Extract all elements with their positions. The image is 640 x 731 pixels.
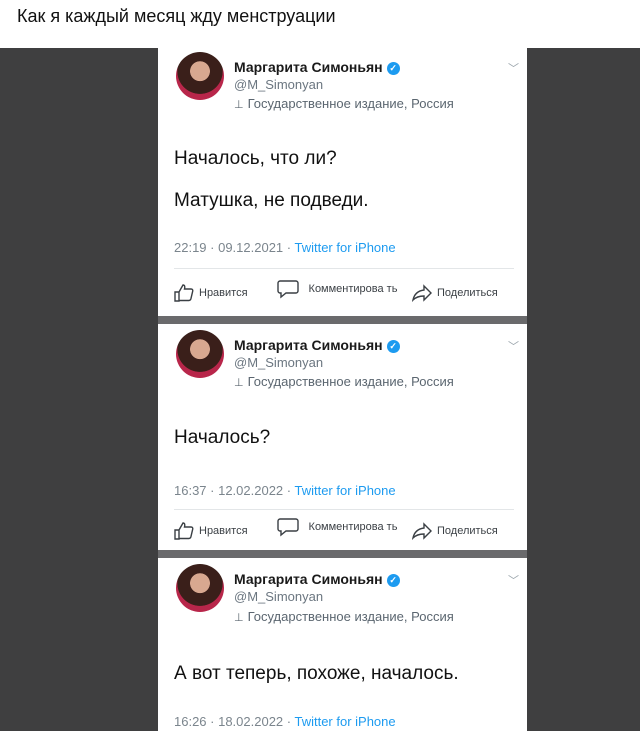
tweet-text-line: Началось, что ли? xyxy=(174,148,337,169)
verified-icon: ✓ xyxy=(386,574,400,587)
phone-screen: Маргарита Симоньян ✓ @M_Simonyan ⊥ Государ… xyxy=(158,48,527,731)
like-button[interactable]: Нравится xyxy=(174,284,248,302)
state-media-label[interactable]: Государственное издание, Россия xyxy=(248,96,454,111)
author-handle[interactable]: @M_Simonyan xyxy=(234,589,323,604)
share-button[interactable]: Поделиться xyxy=(412,284,498,302)
action-bar: Нравится Комментирова ть Поделиться xyxy=(174,279,519,313)
tweet: Маргарита Симоньян ✓ @M_Simonyan ⊥ Государ… xyxy=(158,558,527,731)
author-name[interactable]: Маргарита Симоньян xyxy=(234,571,383,587)
state-media-icon: ⊥ xyxy=(234,612,244,624)
like-button[interactable]: Нравится xyxy=(174,522,248,540)
chevron-down-icon[interactable]: ﹀ xyxy=(508,60,519,76)
divider xyxy=(174,268,514,269)
state-media-icon: ⊥ xyxy=(234,99,244,111)
like-label: Нравится xyxy=(199,525,248,537)
verified-icon: ✓ xyxy=(386,340,400,353)
tweet-timestamp[interactable]: 16:37 · 12.02.2022 · xyxy=(174,483,294,498)
author-handle[interactable]: @M_Simonyan xyxy=(234,77,323,92)
tweet-source-link[interactable]: Twitter for iPhone xyxy=(294,483,395,498)
share-icon xyxy=(412,284,432,302)
state-media-icon: ⊥ xyxy=(234,377,244,389)
screenshot-photo: Маргарита Симоньян ✓ @M_Simonyan ⊥ Государ… xyxy=(0,48,640,731)
tweet-text-line: Матушка, не подведи. xyxy=(174,190,369,211)
author-handle[interactable]: @M_Simonyan xyxy=(234,355,323,370)
state-media-label[interactable]: Государственное издание, Россия xyxy=(248,609,454,624)
tweet-separator xyxy=(158,550,527,558)
share-label: Поделиться xyxy=(437,525,498,537)
avatar[interactable] xyxy=(176,564,224,612)
state-media-label[interactable]: Государственное издание, Россия xyxy=(248,374,454,389)
comment-button[interactable]: Комментирова ть xyxy=(277,517,402,537)
action-bar: Нравится Комментирова ть Поделиться xyxy=(174,517,519,551)
chevron-down-icon[interactable]: ﹀ xyxy=(508,338,519,354)
tweet-timestamp[interactable]: 22:19 · 09.12.2021 · xyxy=(174,240,294,255)
tweet-separator xyxy=(158,316,527,324)
thumbs-up-icon xyxy=(174,284,194,302)
comment-icon xyxy=(277,280,299,299)
verified-icon: ✓ xyxy=(386,62,400,75)
tweet: Маргарита Симоньян ✓ @M_Simonyan ⊥ Государ… xyxy=(158,48,527,318)
comment-button[interactable]: Комментирова ть xyxy=(277,279,402,299)
post-caption: Как я каждый месяц жду менструации xyxy=(17,6,336,26)
author-name[interactable]: Маргарита Симоньян xyxy=(234,59,383,75)
tweet-source-link[interactable]: Twitter for iPhone xyxy=(294,240,395,255)
thumbs-up-icon xyxy=(174,522,194,540)
like-label: Нравится xyxy=(199,287,248,299)
share-button[interactable]: Поделиться xyxy=(412,522,498,540)
tweet-text-line: А вот теперь, похоже, началось. xyxy=(174,663,459,684)
avatar[interactable] xyxy=(176,52,224,100)
avatar[interactable] xyxy=(176,330,224,378)
share-icon xyxy=(412,522,432,540)
divider xyxy=(174,509,514,510)
comment-label: Комментирова ть xyxy=(308,521,398,533)
comment-icon xyxy=(277,518,299,537)
comment-label: Комментирова ть xyxy=(308,283,398,295)
tweet-text-line: Началось? xyxy=(174,427,271,448)
tweet: Маргарита Симоньян ✓ @M_Simonyan ⊥ Государ… xyxy=(158,324,527,550)
tweet-source-link[interactable]: Twitter for iPhone xyxy=(294,714,395,729)
tweet-timestamp[interactable]: 16:26 · 18.02.2022 · xyxy=(174,714,294,729)
author-name[interactable]: Маргарита Симоньян xyxy=(234,337,383,353)
share-label: Поделиться xyxy=(437,287,498,299)
chevron-down-icon[interactable]: ﹀ xyxy=(508,572,519,588)
